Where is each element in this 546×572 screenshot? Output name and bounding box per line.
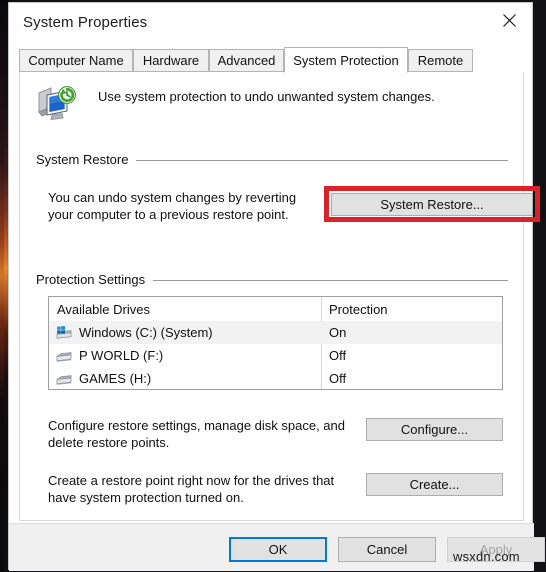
protection-status: Off (329, 348, 347, 363)
cancel-button[interactable]: Cancel (338, 537, 436, 562)
title-bar: System Properties (9, 3, 532, 43)
close-icon[interactable] (486, 3, 532, 37)
drive-name-cell: Windows (C:) (System) (55, 325, 213, 340)
drive-name-cell: P WORLD (F:) (55, 348, 163, 363)
system-protection-icon (36, 84, 80, 124)
available-drives-list[interactable]: Available Drives Protection Windows (C:)… (48, 296, 503, 390)
tab-remote[interactable]: Remote (408, 49, 473, 72)
tab-strip: Computer Name Hardware Advanced System P… (19, 47, 524, 73)
column-header-protection[interactable]: Protection (329, 297, 489, 321)
system-restore-group-rule (136, 160, 508, 161)
tab-advanced[interactable]: Advanced (209, 49, 284, 72)
system-protection-page: Use system protection to undo unwanted s… (19, 72, 540, 521)
protection-status: Off (329, 371, 347, 386)
column-header-available-drives[interactable]: Available Drives (57, 297, 317, 321)
table-row[interactable]: GAMES (H:) Off (49, 367, 502, 389)
protection-settings-group-title: Protection Settings (36, 272, 152, 287)
drive-name-cell: GAMES (H:) (55, 371, 151, 386)
configure-description-line2: delete restore points. (48, 435, 170, 450)
table-row[interactable]: Windows (C:) (System) On (49, 321, 502, 344)
drive-icon (55, 349, 73, 363)
create-description-line2: have system protection turned on. (48, 490, 244, 505)
tab-system-protection[interactable]: System Protection (284, 47, 408, 73)
drive-label: GAMES (H:) (79, 371, 152, 386)
watermark: wsxdn.com (453, 549, 520, 564)
tab-hardware[interactable]: Hardware (133, 49, 209, 72)
drive-icon (55, 372, 73, 386)
configure-button[interactable]: Configure... (366, 418, 503, 441)
drive-label: Windows (C:) (System) (79, 325, 213, 340)
window-title: System Properties (23, 14, 148, 31)
wallpaper-strip-inner (0, 0, 4, 572)
ok-button[interactable]: OK (229, 537, 327, 562)
table-row[interactable]: P WORLD (F:) Off (49, 344, 502, 367)
protection-settings-group-rule (153, 280, 508, 281)
system-restore-button[interactable]: System Restore... (331, 193, 533, 216)
tab-computer-name[interactable]: Computer Name (19, 49, 133, 72)
create-button[interactable]: Create... (366, 473, 503, 496)
protection-status: On (329, 325, 347, 340)
system-restore-description-line2: your computer to a previous restore poin… (48, 207, 289, 222)
drive-label: P WORLD (F:) (79, 348, 164, 363)
page-caption: Use system protection to undo unwanted s… (98, 89, 435, 104)
system-restore-group-title: System Restore (36, 152, 135, 167)
configure-description-line1: Configure restore settings, manage disk … (48, 418, 346, 433)
system-restore-description-line1: You can undo system changes by reverting (48, 190, 297, 205)
create-description-line1: Create a restore point right now for the… (48, 473, 335, 488)
system-properties-dialog: System Properties Computer Name Hardware… (8, 2, 545, 571)
windows-drive-icon (55, 325, 73, 340)
